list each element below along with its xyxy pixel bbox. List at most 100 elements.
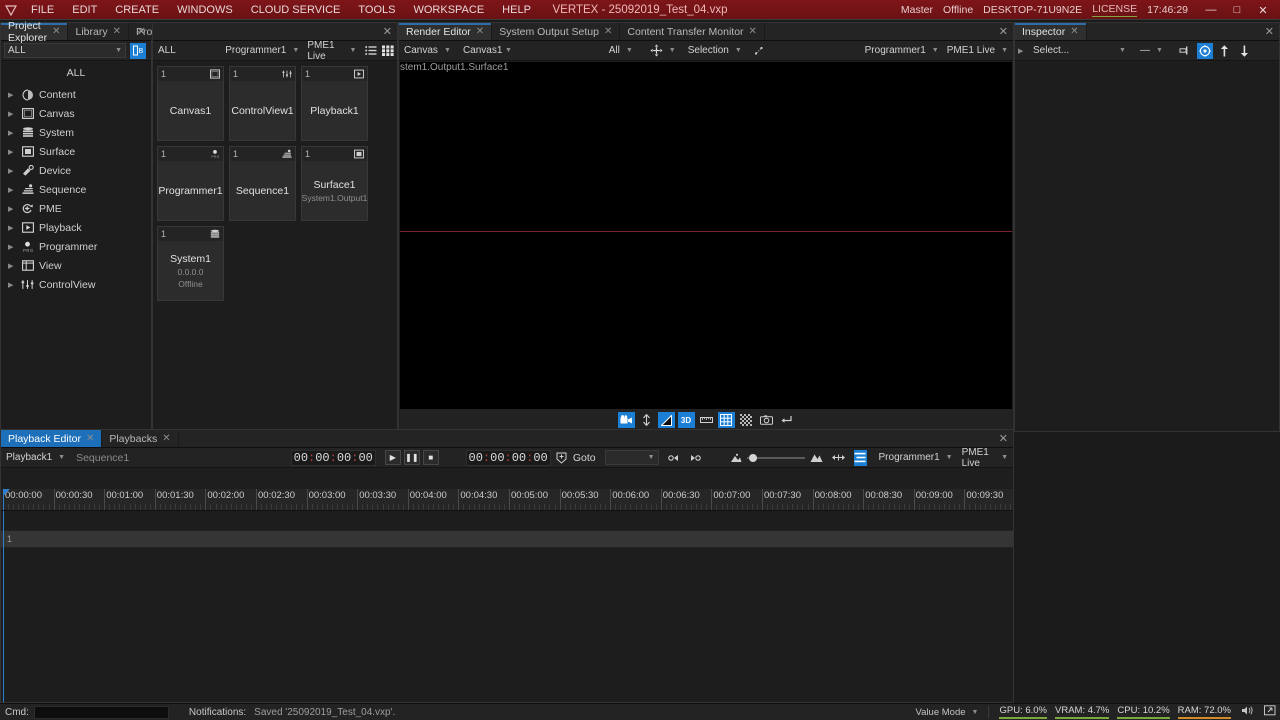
sidebar-item-playback[interactable]: ▶ Playback [1,218,151,237]
chevron-right-icon[interactable]: ▶ [8,262,16,270]
track-list-icon[interactable] [854,449,867,466]
library-card[interactable]: 1 ControlView1 [229,66,296,141]
zoom-in-icon[interactable] [810,450,823,466]
chevron-right-icon[interactable]: ▶ [1018,47,1027,55]
inspector-select-combo[interactable]: Select... [1031,43,1115,58]
close-icon[interactable]: ✕ [86,433,94,444]
timeline-tracks-area[interactable]: 1 [1,511,1013,702]
menu-item-create[interactable]: CREATE [106,0,168,20]
marker-next-icon[interactable] [687,450,701,466]
sidebar-item-programmer[interactable]: ▶ PRG Programmer [1,237,151,256]
sidebar-item-system[interactable]: ▶ System [1,123,151,142]
chevron-right-icon[interactable]: ▶ [8,243,16,251]
pin-icon[interactable] [1177,43,1193,59]
project-explorer-filter-combo[interactable]: ALL ▼ [4,43,126,58]
sidebar-item-content[interactable]: ▶ Content [1,85,151,104]
pause-button[interactable]: ❚❚ [403,450,420,465]
library-pme-combo[interactable]: PME1 Live ▼ [305,40,358,62]
render-editor-tab-render-editor[interactable]: Render Editor ✕ [399,23,493,40]
sidebar-item-view[interactable]: ▶ View [1,256,151,275]
library-card[interactable]: 1 System1 0.0.0.0 Offline [157,226,224,301]
menu-item-edit[interactable]: EDIT [63,0,106,20]
target-icon[interactable] [1196,42,1213,59]
render-pme-combo[interactable]: PME1 Live ▼ [945,43,1010,58]
playback-editor-tab-playback-editor[interactable]: Playback Editor ✕ [1,430,103,447]
grid-icon[interactable] [717,412,735,428]
timeline-ruler[interactable]: 00:00:00 00:00:30 00:01:00 00:01:30 00:02:00… [1,489,1013,511]
library-card[interactable]: 1 Surface1 System1.Output1 [301,146,368,221]
value-mode-combo[interactable]: Value Mode ▼ [916,707,979,718]
chevron-down-icon[interactable]: ▼ [444,47,451,54]
chevron-down-icon[interactable]: ▼ [1119,47,1126,54]
chevron-right-icon[interactable]: ▶ [8,148,16,156]
triangle-icon[interactable] [657,412,675,428]
inspector-tab-inspector[interactable]: Inspector ✕ [1015,23,1087,40]
render-editor-tab-content-transfer-monitor[interactable]: Content Transfer Monitor ✕ [620,23,765,40]
inspector-value-combo[interactable]: — [1138,43,1152,58]
chevron-right-icon[interactable]: ▶ [8,91,16,99]
snapshot-icon[interactable] [758,412,775,428]
close-icon[interactable]: ✕ [476,26,484,37]
library-panel-close-icon[interactable]: ✕ [383,23,392,41]
stop-button[interactable]: ■ [422,450,439,465]
chevron-down-icon[interactable]: ▼ [669,47,676,54]
goto-label[interactable]: Goto [573,452,596,464]
down-icon[interactable] [1237,43,1253,59]
fit-icon[interactable] [832,450,846,466]
goto-combo[interactable]: ▼ [604,450,659,465]
gizmo-icon[interactable] [638,412,655,428]
up-icon[interactable] [1217,43,1233,59]
project-explorer-tree[interactable]: ALL ▶ Content ▶ Canvas ▶ System ▶ Surface ▶ Devic… [1,62,151,431]
close-icon[interactable]: ✕ [162,433,170,444]
playback-editor-tab-playbacks[interactable]: Playbacks ✕ [102,430,179,447]
camera-icon[interactable] [617,412,635,428]
menu-item-windows[interactable]: WINDOWS [168,0,242,20]
menu-item-cloud-service[interactable]: CLOUD SERVICE [242,0,350,20]
chevron-down-icon[interactable]: ▼ [1156,47,1163,54]
render-editor-tab-system-output-setup[interactable]: System Output Setup ✕ [492,23,621,40]
library-filter-combo[interactable]: ALL [156,43,219,58]
playhead-line[interactable] [3,511,4,702]
cmd-input[interactable] [33,705,169,719]
timecode-left[interactable]: 00:00:00:00 [290,449,376,466]
close-icon[interactable]: ✕ [749,26,757,37]
render-editor-viewport[interactable]: stem1.Output1.Surface1 [400,62,1012,409]
menu-item-file[interactable]: FILE [22,0,63,20]
menu-item-workspace[interactable]: WORKSPACE [404,0,493,20]
inspector-properties-area[interactable] [1015,62,1279,431]
sidebar-item-controlview[interactable]: ▶ ControlView [1,275,151,294]
chevron-right-icon[interactable]: ▶ [8,281,16,289]
reset-icon[interactable] [778,412,795,428]
close-button[interactable]: ✕ [1250,0,1276,20]
library-card[interactable]: 1 Canvas1 [157,66,224,141]
chevron-right-icon[interactable]: ▶ [8,110,16,118]
close-icon[interactable]: ✕ [52,26,60,37]
playback-editor-panel-close-icon[interactable]: ✕ [999,430,1008,448]
track-row[interactable]: 1 [1,530,1013,548]
snap-icon[interactable] [752,43,768,59]
ruler-icon[interactable] [698,412,715,428]
checker-icon[interactable] [738,412,755,428]
library-card[interactable]: 1 Playback1 [301,66,368,141]
playback-pme-combo[interactable]: PME1 Live ▼ [960,447,1010,469]
chevron-down-icon[interactable]: ▼ [505,47,512,54]
3d-icon[interactable]: 3D [677,412,695,428]
timecode-right[interactable]: 00:00:00:00 [465,449,551,466]
chevron-right-icon[interactable]: ▶ [8,167,16,175]
grid-view-icon[interactable] [381,43,394,59]
render-filter-combo[interactable]: All ▼ [607,43,635,58]
zoom-out-icon[interactable] [730,450,742,466]
playback-programmer-combo[interactable]: Programmer1 ▼ [877,450,955,465]
close-icon[interactable]: ✕ [1070,26,1078,37]
library-programmer-combo[interactable]: Programmer1 ▼ [223,43,301,58]
render-type-combo[interactable]: Canvas [402,43,440,58]
expand-icon[interactable] [1264,705,1276,719]
library-bind-toggle-icon[interactable]: B [130,42,146,59]
list-view-icon[interactable] [364,43,377,59]
inspector-panel-close-icon[interactable]: ✕ [1265,23,1274,41]
render-name-combo[interactable]: Canvas1 [461,43,502,58]
chevron-right-icon[interactable]: ▶ [8,186,16,194]
project-explorer-panel-close-icon[interactable]: ✕ [137,23,146,41]
menu-item-help[interactable]: HELP [493,0,540,20]
marker-prev-icon[interactable] [667,450,682,466]
